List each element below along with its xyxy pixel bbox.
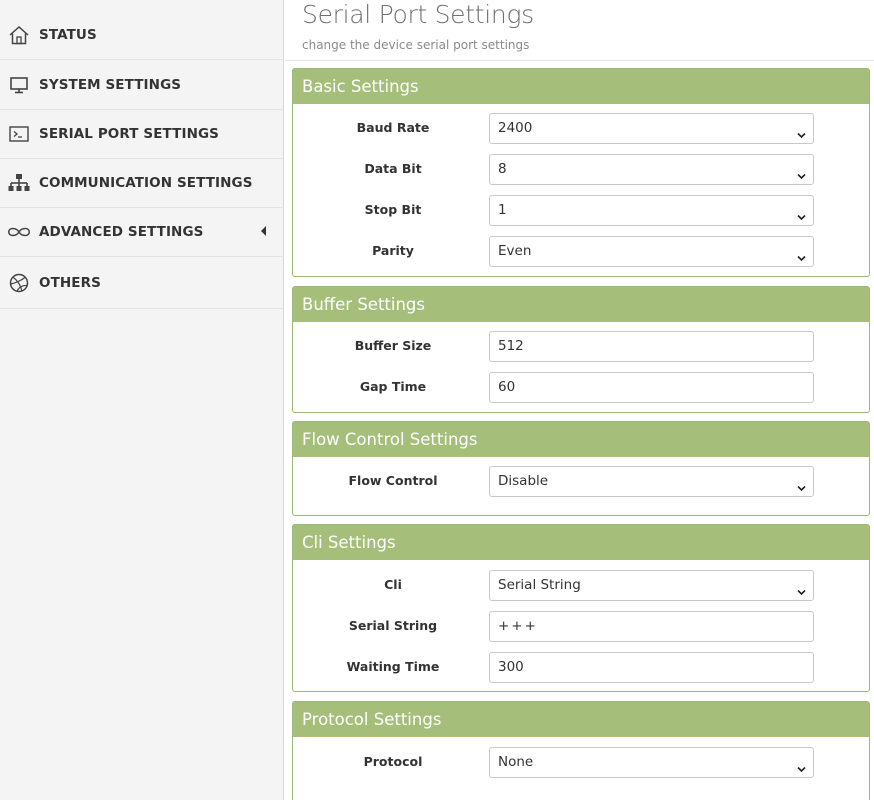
stop-bit-row: Stop Bit 1 [293, 195, 869, 226]
main-content: Serial Port Settings change the device s… [285, 0, 874, 800]
home-icon [6, 22, 32, 48]
flow-control-label: Flow Control [348, 473, 438, 488]
sidebar-item-label: SERIAL PORT SETTINGS [39, 126, 219, 142]
select-value: Disable [498, 473, 549, 489]
page-title: Serial Port Settings [302, 0, 534, 29]
select-value: 8 [498, 161, 507, 177]
sidebar-item-advanced-settings[interactable]: ADVANCED SETTINGS [0, 208, 284, 257]
terminal-icon [6, 121, 32, 147]
stop-bit-label: Stop Bit [364, 202, 422, 217]
sidebar-item-label: COMMUNICATION SETTINGS [39, 175, 253, 191]
waiting-time-row: Waiting Time 300 [293, 652, 869, 683]
buffer-size-row: Buffer Size 512 [293, 331, 869, 362]
caret-left-icon [261, 226, 266, 236]
cli-row: Cli Serial String [293, 570, 869, 601]
serial-string-label: Serial String [348, 618, 438, 633]
protocol-settings-panel: Protocol Settings Protocol None [292, 701, 870, 800]
sidebar-item-communication-settings[interactable]: COMMUNICATION SETTINGS [0, 159, 284, 208]
page-header: Serial Port Settings change the device s… [285, 0, 874, 61]
page-subtitle: change the device serial port settings [302, 38, 530, 52]
sidebar-item-label: STATUS [39, 27, 97, 43]
baud-rate-row: Baud Rate 2400 [293, 113, 869, 144]
buffer-size-label: Buffer Size [354, 338, 432, 353]
serial-string-row: Serial String +++ [293, 611, 869, 642]
gap-time-row: Gap Time 60 [293, 372, 869, 403]
parity-row: Parity Even [293, 236, 869, 267]
sidebar-item-others[interactable]: OTHERS [0, 257, 284, 309]
chevron-down-icon [796, 580, 807, 609]
baud-rate-label: Baud Rate [356, 120, 430, 135]
panel-title: Basic Settings [293, 69, 869, 104]
gap-time-label: Gap Time [359, 379, 427, 394]
buffer-size-input[interactable]: 512 [489, 331, 814, 362]
dribbble-icon [6, 270, 32, 296]
data-bit-select[interactable]: 8 [489, 154, 814, 185]
waiting-time-label: Waiting Time [346, 659, 440, 674]
network-icon [6, 170, 32, 196]
sidebar-item-label: OTHERS [39, 274, 101, 291]
parity-select[interactable]: Even [489, 236, 814, 267]
parity-label: Parity [372, 243, 414, 258]
sidebar-item-serial-port-settings[interactable]: SERIAL PORT SETTINGS [0, 110, 284, 159]
cli-select[interactable]: Serial String [489, 570, 814, 601]
baud-rate-select[interactable]: 2400 [489, 113, 814, 144]
sidebar-item-system-settings[interactable]: SYSTEM SETTINGS [0, 61, 284, 110]
data-bit-label: Data Bit [364, 161, 422, 176]
infinity-icon [6, 219, 32, 245]
protocol-select[interactable]: None [489, 747, 814, 778]
sidebar: STATUS SYSTEM SETTINGS SERIAL PORT SETTI… [0, 0, 284, 800]
chevron-down-icon [796, 246, 807, 275]
gap-time-input[interactable]: 60 [489, 372, 814, 403]
chevron-down-icon [796, 205, 807, 234]
flow-control-select[interactable]: Disable [489, 466, 814, 497]
buffer-settings-panel: Buffer Settings Buffer Size 512 Gap Time… [292, 286, 870, 413]
panel-title: Protocol Settings [293, 702, 869, 737]
panel-title: Flow Control Settings [293, 422, 869, 457]
data-bit-row: Data Bit 8 [293, 154, 869, 185]
basic-settings-panel: Basic Settings Baud Rate 2400 Data Bit 8… [292, 68, 870, 277]
flow-control-row: Flow Control Disable [293, 466, 869, 497]
flow-control-settings-panel: Flow Control Settings Flow Control Disab… [292, 421, 870, 516]
protocol-label: Protocol [363, 754, 423, 769]
select-value: Serial String [498, 577, 581, 593]
protocol-row: Protocol None [293, 747, 869, 778]
sidebar-item-label: ADVANCED SETTINGS [39, 224, 204, 240]
select-value: Even [498, 243, 532, 259]
select-value: 2400 [498, 120, 533, 136]
stop-bit-select[interactable]: 1 [489, 195, 814, 226]
chevron-down-icon [796, 757, 807, 786]
cli-label: Cli [384, 577, 402, 592]
panel-title: Cli Settings [293, 525, 869, 560]
monitor-icon [6, 72, 32, 98]
select-value: None [498, 754, 534, 770]
sidebar-item-label: SYSTEM SETTINGS [39, 77, 182, 93]
panel-title: Buffer Settings [293, 287, 869, 322]
cli-settings-panel: Cli Settings Cli Serial String Serial St… [292, 524, 870, 692]
chevron-down-icon [796, 164, 807, 193]
waiting-time-input[interactable]: 300 [489, 652, 814, 683]
chevron-down-icon [796, 476, 807, 505]
chevron-down-icon [796, 123, 807, 152]
serial-string-input[interactable]: +++ [489, 611, 814, 642]
sidebar-item-status[interactable]: STATUS [0, 11, 284, 60]
select-value: 1 [498, 202, 507, 218]
